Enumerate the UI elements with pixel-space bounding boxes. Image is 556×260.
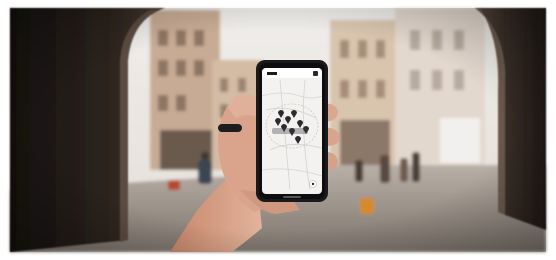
- photo-scene: [0, 0, 556, 260]
- vignette: [10, 8, 546, 252]
- photo-canvas: [0, 0, 556, 260]
